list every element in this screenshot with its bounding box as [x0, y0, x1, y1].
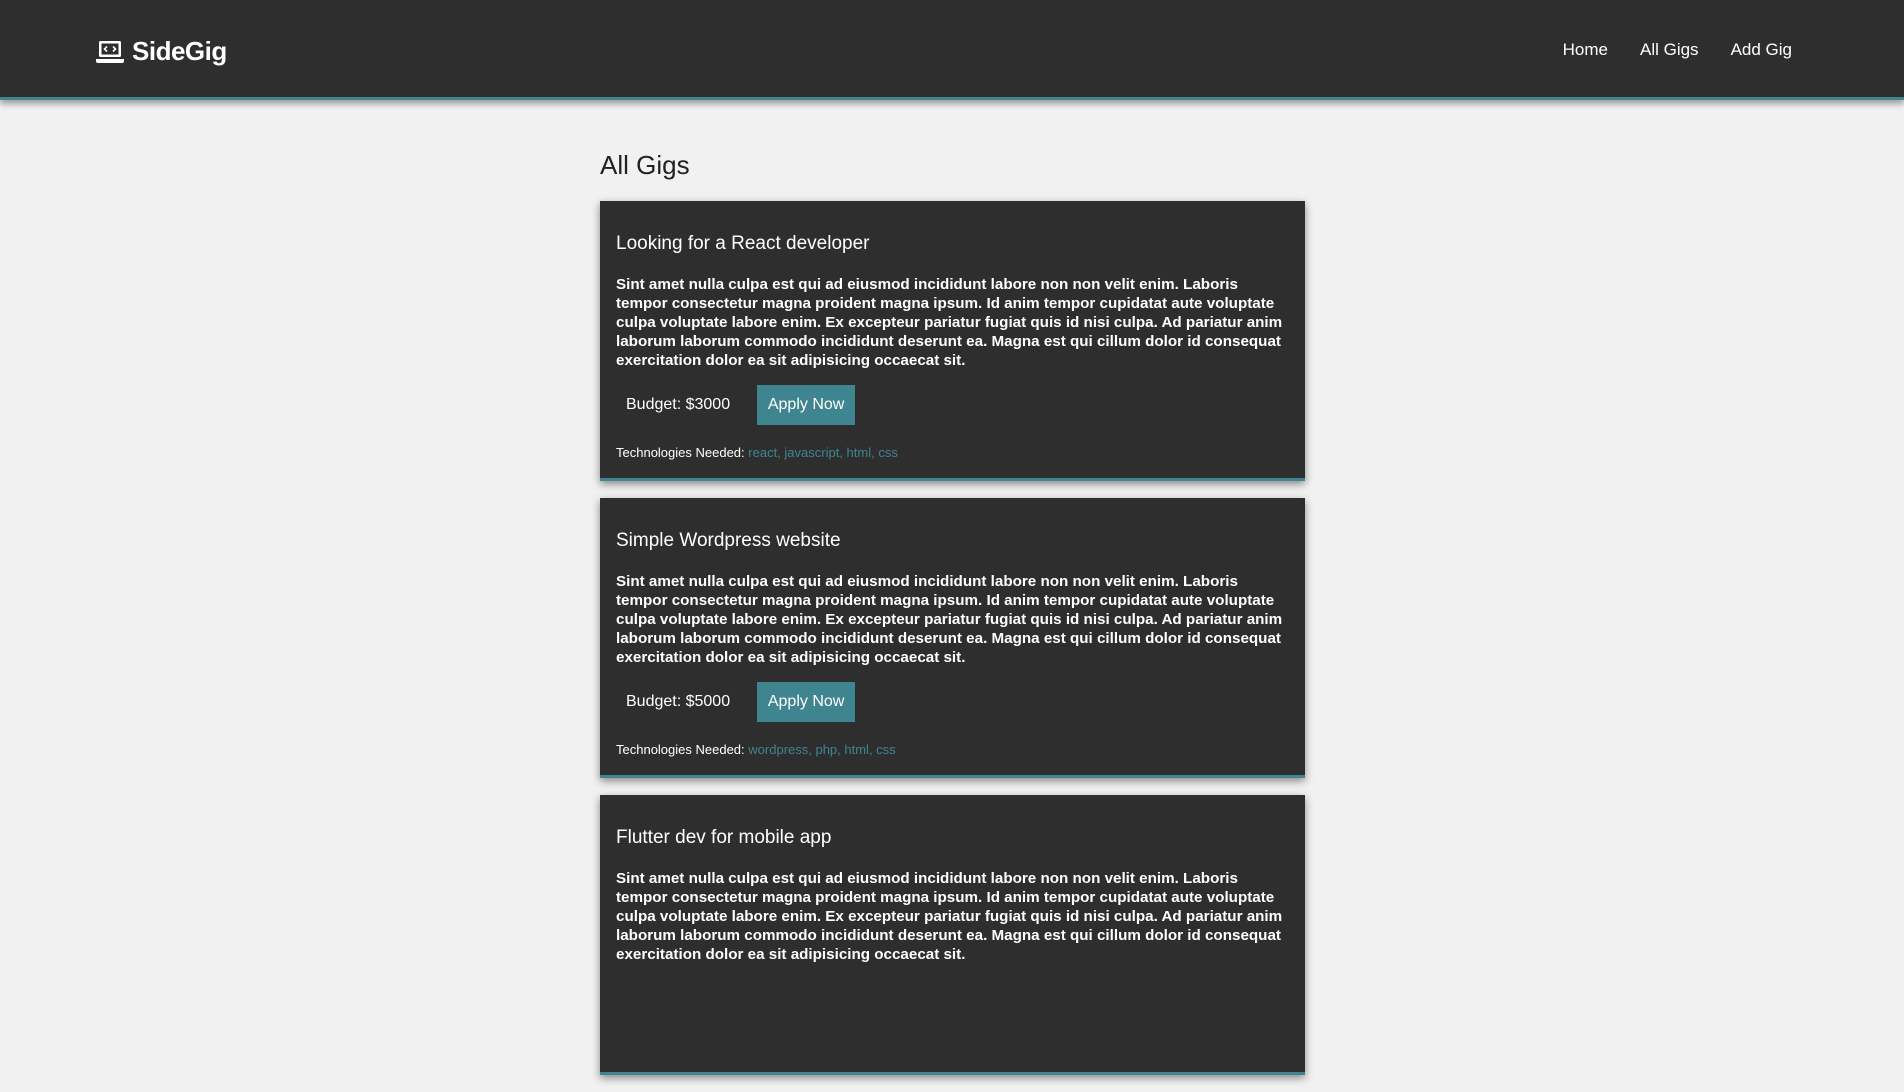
technologies-list: react, javascript, html, css	[748, 445, 898, 460]
gig-title: Flutter dev for mobile app	[616, 827, 832, 848]
gig-technologies: Technologies Needed: wordpress, php, htm…	[616, 742, 1289, 757]
gig-actions: Budget: $5000 Apply Now	[616, 682, 1289, 722]
nav-add-gig-link[interactable]: Add Gig	[1731, 40, 1792, 60]
gig-title: Simple Wordpress website	[616, 530, 841, 551]
gig-description: Sint amet nulla culpa est qui ad eiusmod…	[616, 573, 1283, 666]
nav-home-link[interactable]: Home	[1563, 40, 1608, 60]
gig-description: Sint amet nulla culpa est qui ad eiusmod…	[616, 870, 1283, 963]
technologies-list: wordpress, php, html, css	[748, 742, 896, 757]
brand-link[interactable]: SideGig	[96, 36, 227, 67]
gig-technologies: Technologies Needed: react, javascript, …	[616, 445, 1289, 460]
gig-card: Flutter dev for mobile app Sint amet nul…	[600, 795, 1305, 1075]
main-content: All Gigs Looking for a React developer S…	[600, 150, 1305, 1092]
gig-budget: Budget: $3000	[626, 396, 731, 413]
gig-budget: Budget: $5000	[626, 693, 731, 710]
gig-actions: Budget: $3000 Apply Now	[616, 385, 1289, 425]
technologies-label: Technologies Needed:	[616, 742, 745, 757]
page-title: All Gigs	[600, 150, 690, 180]
site-header: SideGig Home All Gigs Add Gig	[0, 0, 1904, 100]
gig-card: Looking for a React developer Sint amet …	[600, 201, 1305, 481]
apply-now-button[interactable]: Apply Now	[757, 682, 856, 722]
technologies-label: Technologies Needed:	[616, 445, 745, 460]
apply-now-button[interactable]: Apply Now	[757, 385, 856, 425]
brand-name: SideGig	[132, 36, 227, 66]
gig-description: Sint amet nulla culpa est qui ad eiusmod…	[616, 276, 1283, 369]
gig-title: Looking for a React developer	[616, 233, 870, 254]
laptop-code-icon	[96, 40, 124, 63]
nav-all-gigs-link[interactable]: All Gigs	[1640, 40, 1699, 60]
main-nav: Home All Gigs Add Gig	[1563, 40, 1792, 60]
gig-card: Simple Wordpress website Sint amet nulla…	[600, 498, 1305, 778]
